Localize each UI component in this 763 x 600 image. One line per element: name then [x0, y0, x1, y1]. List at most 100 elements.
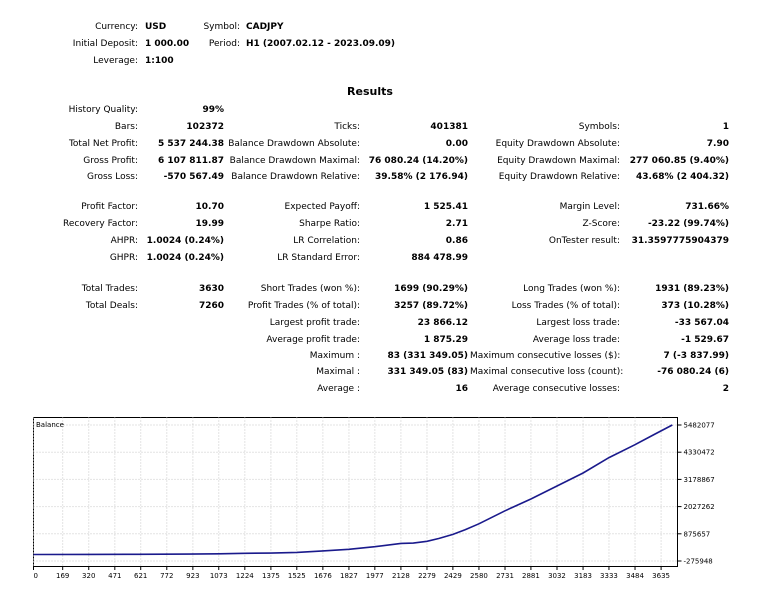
- y-tick-label: 4330472: [684, 449, 715, 457]
- y-tick-label: 2027262: [684, 503, 715, 511]
- stat-label: Balance Drawdown Relative:: [231, 172, 360, 182]
- currency-label: Currency:: [95, 22, 138, 32]
- symbol-value: CADJPY: [246, 22, 284, 32]
- stat-label: Z-Score:: [582, 219, 621, 229]
- x-tick-label: 169: [56, 572, 69, 580]
- stat-label: Total Net Profit:: [68, 139, 138, 149]
- stat-value: 1: [722, 122, 729, 132]
- x-axis-ticks: 0 169 320 471 621 772 923 1073 1224 1375 1525 1676 1…: [33, 566, 670, 580]
- period-label: Period:: [208, 39, 240, 49]
- leverage-value: 1:100: [145, 56, 174, 66]
- stat-label: Gross Profit:: [83, 156, 138, 166]
- x-tick-label: 3635: [652, 572, 670, 580]
- stat-label: Average consecutive losses:: [492, 384, 620, 394]
- stat-label: Margin Level:: [559, 202, 620, 212]
- x-tick-label: 621: [134, 572, 147, 580]
- stat-value: 83 (331 349.05): [387, 351, 468, 361]
- stat-label: LR Correlation:: [293, 236, 360, 246]
- stat-label: Bars:: [114, 122, 138, 132]
- x-tick-label: 2881: [522, 572, 540, 580]
- x-tick-label: 772: [160, 572, 173, 580]
- stat-value: 102372: [186, 122, 224, 132]
- stat-label: Ticks:: [334, 122, 360, 132]
- stat-value: -33 567.04: [674, 318, 729, 328]
- stat-value: 39.58% (2 176.94): [375, 172, 468, 182]
- x-tick-label: 3183: [574, 572, 592, 580]
- x-tick-label: 1827: [340, 572, 358, 580]
- y-tick-label: -275948: [684, 558, 713, 566]
- y-tick-label: 5482077: [684, 422, 715, 430]
- stat-label: Sharpe Ratio:: [299, 219, 360, 229]
- leverage-label: Leverage:: [93, 56, 138, 66]
- stat-label: Maximum consecutive losses ($):: [470, 351, 621, 361]
- stat-value: 7.90: [706, 139, 729, 149]
- stat-value: -1 529.67: [681, 335, 729, 345]
- stat-value: 43.68% (2 404.32): [636, 172, 729, 182]
- stat-value: -23.22 (99.74%): [647, 219, 729, 229]
- stat-label: Balance Drawdown Maximal:: [229, 156, 360, 166]
- stat-label: Maximal consecutive loss (count):: [470, 367, 624, 377]
- stat-label: Gross Loss:: [87, 172, 138, 182]
- stat-label: Profit Trades (% of total):: [247, 301, 360, 311]
- x-tick-label: 2580: [470, 572, 488, 580]
- stat-value: 1931 (89.23%): [655, 284, 729, 294]
- stat-value: 401381: [430, 122, 468, 132]
- stat-value: 277 060.85 (9.40%): [629, 156, 729, 166]
- stat-value: 331 349.05 (83): [387, 367, 468, 377]
- stat-value: 19.99: [195, 219, 224, 229]
- x-tick-label: 2731: [496, 572, 514, 580]
- stat-label: Recovery Factor:: [62, 219, 138, 229]
- stat-value: 76 080.24 (14.20%): [368, 156, 468, 166]
- stat-label: Short Trades (won %):: [260, 284, 360, 294]
- chart-plot-area: [33, 417, 678, 567]
- stat-label: GHPR:: [109, 253, 138, 263]
- currency-value: USD: [145, 22, 167, 32]
- stat-value: 373 (10.28%): [661, 301, 729, 311]
- stat-value: 0.86: [445, 236, 468, 246]
- stat-label: Average loss trade:: [532, 335, 620, 345]
- stat-label: Expected Payoff:: [284, 202, 360, 212]
- results-title: Results: [347, 85, 393, 98]
- stat-value: 3257 (89.72%): [394, 301, 468, 311]
- period-value: H1 (2007.02.12 - 2023.09.09): [246, 39, 396, 49]
- stat-value: 7260: [198, 301, 224, 311]
- stat-label: Average :: [317, 384, 360, 394]
- chart-title: Balance: [36, 421, 64, 429]
- stat-label: Average profit trade:: [266, 335, 360, 345]
- stat-value: 1.0024 (0.24%): [146, 236, 224, 246]
- stat-value: 2: [722, 384, 729, 394]
- symbol-label: Symbol:: [203, 22, 240, 32]
- x-tick-label: 3484: [626, 572, 644, 580]
- stat-label: OnTester result:: [548, 236, 620, 246]
- x-tick-label: 1375: [262, 572, 280, 580]
- stat-label: LR Standard Error:: [277, 253, 360, 263]
- stat-value: 1.0024 (0.24%): [146, 253, 224, 263]
- stat-label: Equity Drawdown Maximal:: [497, 156, 620, 166]
- stat-value: 16: [455, 384, 468, 394]
- stat-label: Largest loss trade:: [536, 318, 620, 328]
- x-tick-label: 1224: [236, 572, 254, 580]
- stat-label: Equity Drawdown Relative:: [498, 172, 620, 182]
- stat-label: Total Trades:: [81, 284, 138, 294]
- history-quality-value: 99%: [202, 105, 224, 115]
- stat-label: Loss Trades (% of total):: [511, 301, 620, 311]
- stat-value: 731.66%: [685, 202, 729, 212]
- stat-value: 6 107 811.87: [157, 156, 224, 166]
- x-tick-label: 3032: [548, 572, 566, 580]
- stat-label: Long Trades (won %):: [523, 284, 620, 294]
- x-tick-label: 320: [82, 572, 95, 580]
- stat-value: 7 (-3 837.99): [663, 351, 729, 361]
- stat-value: 3630: [198, 284, 224, 294]
- balance-chart: Balance 5482077 4330472 3178867 2027262 8756…: [33, 417, 715, 580]
- stat-value: 0.00: [445, 139, 468, 149]
- stat-value: 10.70: [195, 202, 224, 212]
- x-tick-label: 0: [34, 572, 38, 580]
- y-axis-ticks: 5482077 4330472 3178867 2027262 875657 -27594…: [677, 422, 715, 566]
- x-tick-label: 2128: [392, 572, 410, 580]
- stat-label: Equity Drawdown Absolute:: [495, 139, 620, 149]
- x-tick-label: 1525: [288, 572, 306, 580]
- x-tick-label: 471: [108, 572, 121, 580]
- x-tick-label: 1977: [366, 572, 384, 580]
- stat-label: Balance Drawdown Absolute:: [228, 139, 360, 149]
- x-tick-label: 2429: [444, 572, 462, 580]
